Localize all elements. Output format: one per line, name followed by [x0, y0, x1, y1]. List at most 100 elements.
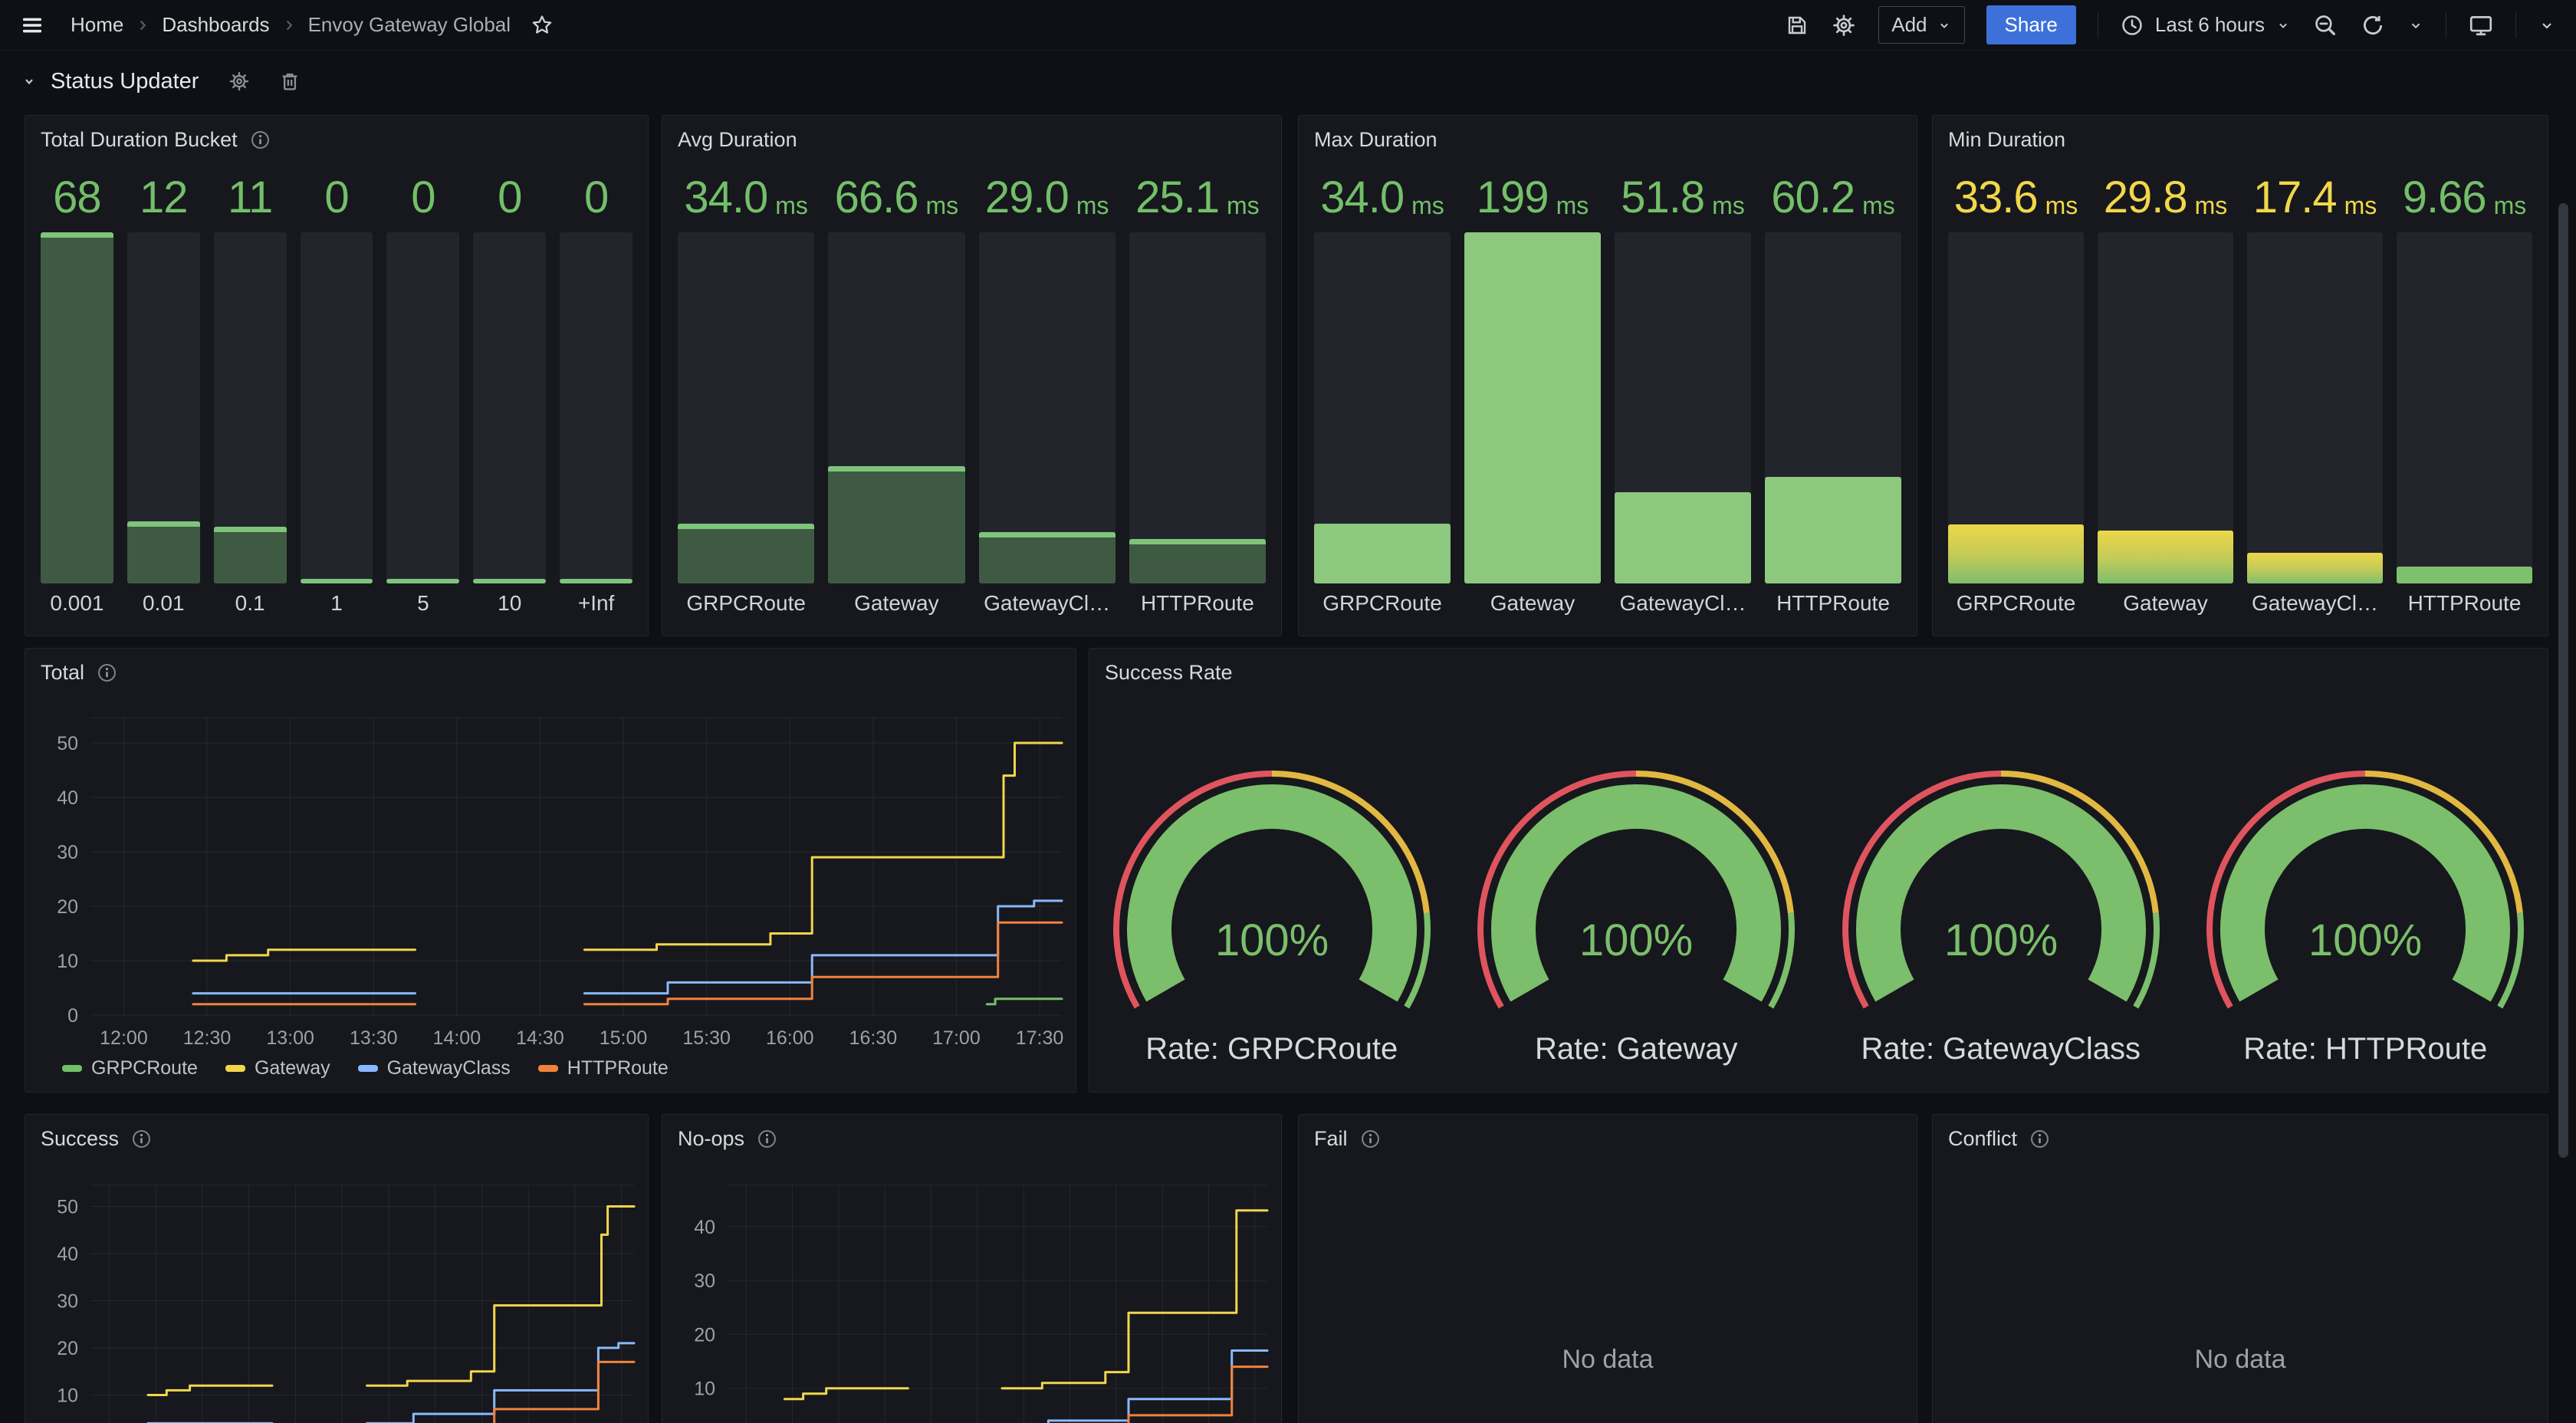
time-series-chart[interactable]: 1020304050 [25, 1115, 648, 1423]
bar-label: GRPCRoute [1948, 583, 2084, 623]
bar-column: 680.001 [41, 159, 113, 623]
stat-value: 33.6ms [1948, 159, 2084, 226]
info-icon[interactable] [97, 662, 117, 683]
panel-title[interactable]: Success [41, 1127, 119, 1151]
stat-value: 34.0ms [678, 159, 814, 226]
bar-column: 120.01 [127, 159, 200, 623]
row-settings-gear-icon[interactable] [228, 70, 251, 93]
add-button-label: Add [1891, 13, 1927, 37]
toolbar-divider [2515, 12, 2516, 38]
vertical-scrollbar-thumb[interactable] [2558, 203, 2568, 1158]
svg-text:30: 30 [57, 842, 78, 863]
bar-label: +Inf [560, 583, 632, 623]
legend-swatch [225, 1065, 245, 1072]
bar-gauge-track [41, 232, 113, 583]
info-icon[interactable] [131, 1129, 152, 1149]
save-dashboard-icon[interactable] [1785, 13, 1809, 38]
panel-title[interactable]: Max Duration [1314, 128, 1438, 152]
svg-text:12:30: 12:30 [183, 1027, 232, 1049]
panel-fail: Fail No data [1298, 1114, 1917, 1423]
info-icon[interactable] [250, 130, 271, 150]
bar-column: 29.0msGatewayCl… [979, 159, 1116, 623]
gauge-label: Rate: HTTPRoute [2243, 1032, 2487, 1066]
dashboard-row-header: Status Updater [0, 51, 2576, 112]
chevron-right-icon [281, 17, 297, 34]
bar-gauge-track [1129, 232, 1266, 583]
bar-gauge-track [2397, 232, 2532, 583]
panel-title[interactable]: Min Duration [1948, 128, 2065, 152]
svg-text:20: 20 [694, 1324, 715, 1346]
bar-column: 17.4msGatewayCl… [2247, 159, 2383, 623]
refresh-icon[interactable] [2360, 12, 2386, 38]
hamburger-menu-icon[interactable] [20, 13, 44, 38]
toolbar-actions: Add Share Last 6 hours [1785, 5, 2556, 44]
bar-column: 29.8ms Gateway [2098, 159, 2233, 623]
dashboard-settings-gear-icon[interactable] [1831, 12, 1857, 38]
breadcrumb-dashboards[interactable]: Dashboards [162, 13, 269, 37]
bar-column: 66.6msGateway [828, 159, 964, 623]
panel-title[interactable]: Avg Duration [678, 128, 797, 152]
svg-text:14:30: 14:30 [516, 1027, 564, 1049]
gauge-label: Rate: GatewayClass [1861, 1032, 2141, 1066]
bar-gauge-track [1765, 232, 1901, 583]
svg-text:100%: 100% [1579, 915, 1693, 965]
panel-title[interactable]: Total [41, 661, 84, 685]
svg-text:100%: 100% [2308, 915, 2422, 965]
no-data-message: No data [1299, 1345, 1917, 1375]
add-button[interactable]: Add [1878, 6, 1964, 44]
svg-text:0: 0 [67, 1005, 78, 1027]
legend-swatch [62, 1065, 82, 1072]
svg-text:30: 30 [694, 1270, 715, 1292]
bar-label: GatewayCl… [1615, 583, 1751, 623]
bar-gauge-track [828, 232, 964, 583]
time-range-label: Last 6 hours [2155, 13, 2265, 37]
panel-title[interactable]: No-ops [678, 1127, 744, 1151]
panel-title[interactable]: Fail [1314, 1127, 1348, 1151]
row-collapse-chevron-icon[interactable] [20, 72, 38, 90]
panel-title[interactable]: Total Duration Bucket [41, 128, 238, 152]
row-delete-trash-icon[interactable] [278, 70, 301, 93]
time-range-picker[interactable]: Last 6 hours [2120, 13, 2291, 38]
panel-title[interactable]: Conflict [1948, 1127, 2017, 1151]
bar-label: Gateway [2098, 583, 2233, 623]
bar-column: 34.0msGRPCRoute [1314, 159, 1451, 623]
share-button[interactable]: Share [1986, 5, 2076, 44]
svg-text:30: 30 [57, 1291, 78, 1313]
collapse-toolbar-chevron-icon[interactable] [2538, 16, 2556, 35]
stat-value: 60.2ms [1765, 159, 1901, 226]
bar-column: 010 [473, 159, 546, 623]
legend-swatch [358, 1065, 378, 1072]
legend-item[interactable]: Gateway [225, 1057, 330, 1080]
time-series-chart[interactable]: 12:0012:3013:0013:3014:0014:3015:0015:30… [25, 649, 1076, 1092]
favorite-star-icon[interactable] [531, 14, 554, 37]
bar-column: 34.0msGRPCRoute [678, 159, 814, 623]
kiosk-monitor-icon[interactable] [2468, 12, 2494, 38]
time-series-chart[interactable]: 10203040 [662, 1115, 1281, 1423]
bar-label: 1 [301, 583, 373, 623]
gauge-group: 100%Rate: GRPCRoute100%Rate: Gateway100%… [1089, 762, 2548, 1066]
refresh-interval-chevron-icon[interactable] [2407, 17, 2424, 34]
stat-value: 68 [41, 159, 113, 226]
bar-label: Gateway [828, 583, 964, 623]
panel-min-duration: Min Duration 33.6ms GRPCRoute 29.8ms Gatewa… [1932, 115, 2548, 636]
row-title[interactable]: Status Updater [51, 69, 199, 94]
info-icon[interactable] [2029, 1129, 2050, 1149]
bar-gauge-track [2247, 232, 2383, 583]
panel-title[interactable]: Success Rate [1105, 661, 1233, 685]
legend-item[interactable]: GatewayClass [358, 1057, 511, 1080]
bar-label: 10 [473, 583, 546, 623]
legend-item[interactable]: HTTPRoute [538, 1057, 669, 1080]
bar-column: 25.1msHTTPRoute [1129, 159, 1266, 623]
panel-total-duration-bucket: Total Duration Bucket 680.001120.01110.1… [25, 115, 649, 636]
zoom-out-icon[interactable] [2312, 12, 2338, 38]
legend-item[interactable]: GRPCRoute [62, 1057, 198, 1080]
bar-gauge-track [979, 232, 1116, 583]
stat-value: 29.8ms [2098, 159, 2233, 226]
bar-label: GatewayCl… [2247, 583, 2383, 623]
bar-column: 110.1 [214, 159, 287, 623]
breadcrumb-home[interactable]: Home [71, 13, 123, 37]
info-icon[interactable] [757, 1129, 777, 1149]
svg-text:14:00: 14:00 [433, 1027, 481, 1049]
legend-swatch [538, 1065, 558, 1072]
info-icon[interactable] [1360, 1129, 1381, 1149]
